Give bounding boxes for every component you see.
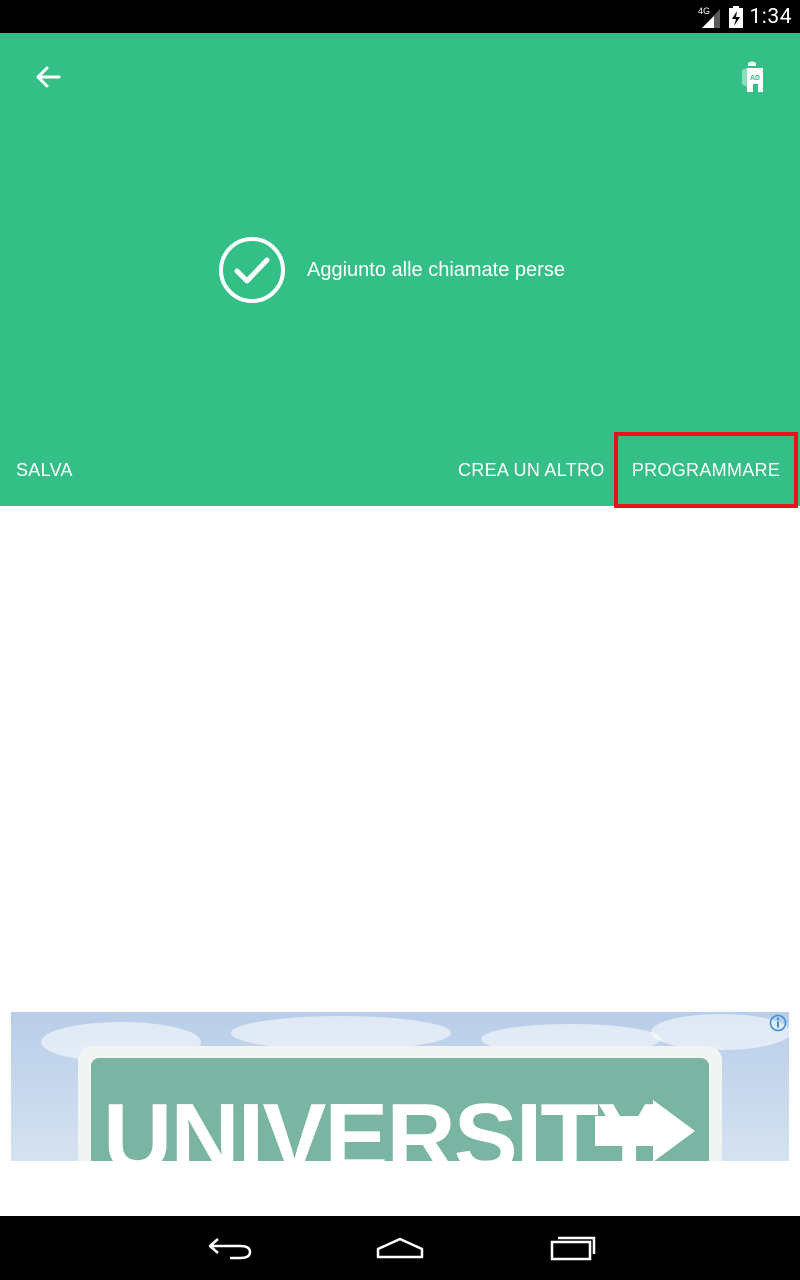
create-another-button[interactable]: CREA UN ALTRO	[458, 437, 605, 503]
ad-headline: UNIVERSITY	[103, 1084, 661, 1162]
arrow-left-icon	[36, 66, 61, 88]
ad-block-icon: AD	[742, 61, 763, 92]
network-type-label: 4G	[698, 6, 710, 16]
nav-back-button[interactable]	[180, 1216, 280, 1280]
ad-banner[interactable]: UNIVERSITY	[11, 1012, 789, 1161]
nav-recents-button[interactable]	[522, 1216, 622, 1280]
confirmation-header: AD Aggiunto alle chiamate perse SALVA CR…	[0, 33, 800, 508]
nav-home-icon	[376, 1237, 424, 1259]
info-icon[interactable]	[769, 1014, 787, 1032]
cloud	[231, 1016, 451, 1050]
nav-home-button[interactable]	[350, 1216, 450, 1280]
schedule-button[interactable]: PROGRAMMARE	[614, 432, 798, 508]
back-button[interactable]	[24, 57, 72, 97]
remove-ads-button[interactable]: AD	[728, 55, 776, 99]
battery-icon	[728, 5, 743, 28]
check-circle-icon	[218, 236, 286, 304]
ad-icon-label: AD	[750, 75, 760, 82]
clock: 1:34	[749, 4, 792, 29]
system-nav-bar	[0, 1216, 800, 1280]
status-bar: 4G 1:34	[0, 0, 800, 33]
confirmation-message: Aggiunto alle chiamate perse	[307, 258, 565, 281]
save-button[interactable]: SALVA	[16, 437, 73, 503]
nav-back-icon	[208, 1238, 252, 1260]
nav-recents-icon	[550, 1236, 596, 1261]
status-indicators: 4G 1:34	[698, 0, 793, 33]
signal-icon: 4G	[698, 6, 720, 28]
arrow-right-icon	[595, 1100, 695, 1161]
confirmation-row: Aggiunto alle chiamate perse	[218, 236, 565, 304]
